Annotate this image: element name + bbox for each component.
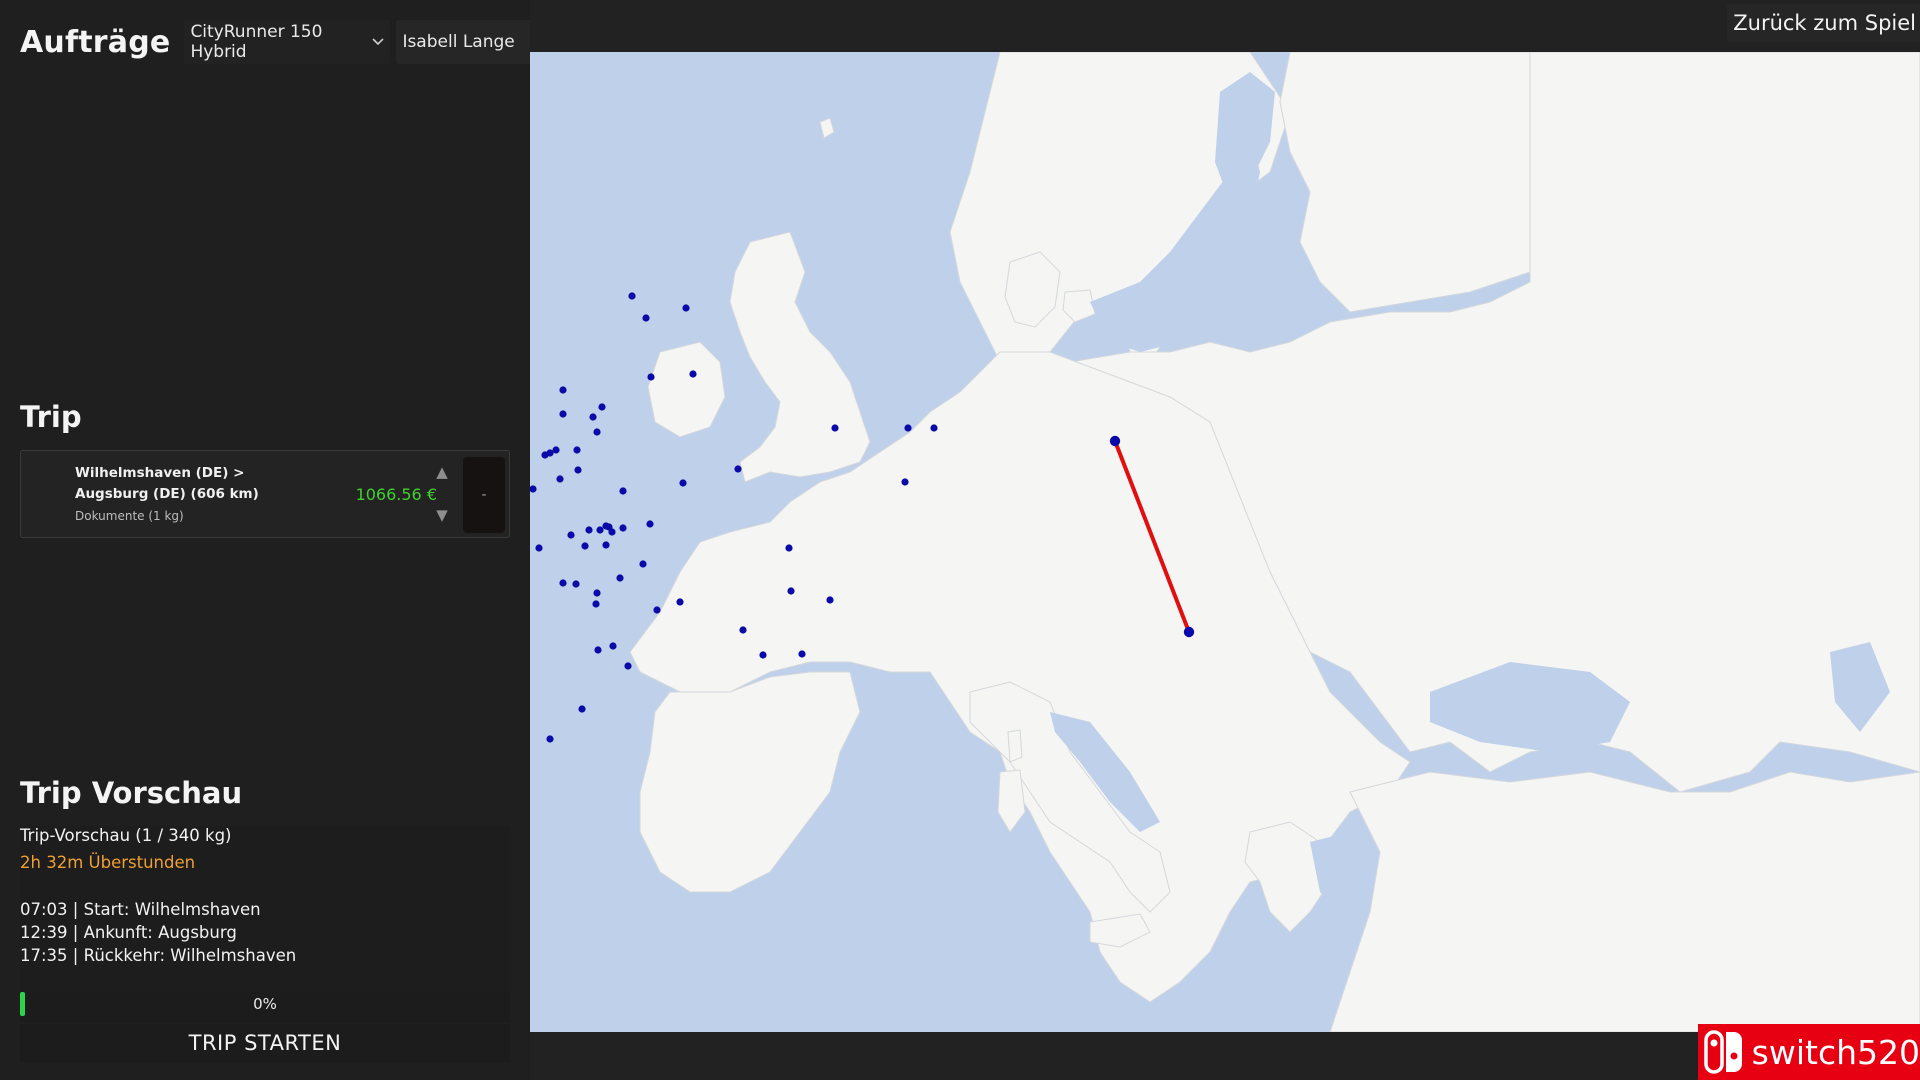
city-marker[interactable] bbox=[653, 606, 661, 614]
page-title: Aufträge bbox=[20, 24, 171, 60]
city-marker[interactable] bbox=[559, 579, 567, 587]
city-marker[interactable] bbox=[546, 735, 554, 743]
map-panel: Zurück zum Spiel bbox=[530, 0, 1920, 1080]
route-start-marker[interactable] bbox=[1109, 435, 1121, 447]
city-marker[interactable] bbox=[624, 662, 632, 670]
city-marker[interactable] bbox=[578, 705, 586, 713]
land-turkey bbox=[1329, 771, 1920, 1032]
city-marker[interactable] bbox=[585, 526, 593, 534]
trip-route: Wilhelmshaven (DE) > Augsburg (DE) (606 … bbox=[75, 463, 315, 505]
land-corsica bbox=[1007, 729, 1023, 763]
city-marker[interactable] bbox=[901, 478, 909, 486]
sidebar: Aufträge CityRunner 150 Hybrid Isabell L… bbox=[0, 0, 553, 1080]
trip-preview: Trip-Vorschau (1 / 340 kg) 2h 32m Überst… bbox=[20, 826, 510, 992]
header: Aufträge CityRunner 150 Hybrid Isabell L… bbox=[20, 20, 553, 64]
city-marker[interactable] bbox=[559, 386, 567, 394]
city-marker[interactable] bbox=[541, 451, 549, 459]
city-marker[interactable] bbox=[619, 487, 627, 495]
city-marker[interactable] bbox=[552, 446, 560, 454]
city-marker[interactable] bbox=[589, 413, 597, 421]
city-marker[interactable] bbox=[594, 646, 602, 654]
preview-overtime: 2h 32m Überstunden bbox=[20, 853, 196, 872]
land-finland bbox=[1279, 52, 1531, 313]
city-marker[interactable] bbox=[734, 465, 742, 473]
city-marker[interactable] bbox=[628, 292, 636, 300]
city-marker[interactable] bbox=[593, 589, 601, 597]
start-trip-button[interactable]: TRIP STARTEN bbox=[20, 1024, 510, 1062]
city-marker[interactable] bbox=[602, 541, 610, 549]
preview-return-time: 17:35 | Rückkehr: Wilhelmshaven bbox=[20, 946, 297, 965]
preview-section-title: Trip Vorschau bbox=[20, 776, 243, 810]
city-marker[interactable] bbox=[787, 587, 795, 595]
city-marker[interactable] bbox=[642, 314, 650, 322]
city-marker[interactable] bbox=[574, 466, 582, 474]
city-marker[interactable] bbox=[930, 424, 938, 432]
back-to-game-button[interactable]: Zurück zum Spiel bbox=[1727, 4, 1920, 42]
city-marker[interactable] bbox=[559, 410, 567, 418]
preview-start-time: 07:03 | Start: Wilhelmshaven bbox=[20, 900, 261, 919]
vehicle-select-value: CityRunner 150 Hybrid bbox=[190, 22, 323, 62]
city-marker[interactable] bbox=[581, 542, 589, 550]
city-marker[interactable] bbox=[826, 596, 834, 604]
city-marker[interactable] bbox=[785, 544, 793, 552]
map-svg bbox=[530, 52, 1920, 1032]
city-marker[interactable] bbox=[556, 475, 564, 483]
map-topbar: Zurück zum Spiel bbox=[530, 0, 1920, 52]
city-marker[interactable] bbox=[592, 600, 600, 608]
route-end-marker[interactable] bbox=[1183, 626, 1195, 638]
remove-trip-button[interactable]: - bbox=[463, 457, 505, 533]
city-marker[interactable] bbox=[739, 626, 747, 634]
chevron-down-icon bbox=[371, 35, 384, 49]
city-marker[interactable] bbox=[596, 526, 604, 534]
vehicle-select[interactable]: CityRunner 150 Hybrid bbox=[184, 20, 391, 64]
city-marker[interactable] bbox=[689, 370, 697, 378]
city-marker[interactable] bbox=[682, 304, 690, 312]
trip-route-from: Wilhelmshaven (DE) > bbox=[75, 465, 245, 481]
trip-item[interactable]: Wilhelmshaven (DE) > Augsburg (DE) (606 … bbox=[20, 450, 510, 538]
trip-cargo: Dokumente (1 kg) bbox=[75, 509, 184, 523]
city-marker[interactable] bbox=[608, 528, 616, 536]
city-marker[interactable] bbox=[676, 598, 684, 606]
trip-price: 1066.56 € bbox=[355, 485, 437, 504]
trip-progress: 0% bbox=[20, 992, 510, 1022]
city-marker[interactable] bbox=[535, 544, 543, 552]
progress-label: 0% bbox=[253, 995, 277, 1013]
city-marker[interactable] bbox=[679, 479, 687, 487]
city-marker[interactable] bbox=[831, 424, 839, 432]
preview-arrival-time: 12:39 | Ankunft: Augsburg bbox=[20, 923, 237, 942]
move-down-icon[interactable]: ▼ bbox=[436, 508, 448, 523]
city-marker[interactable] bbox=[904, 424, 912, 432]
city-marker[interactable] bbox=[759, 651, 767, 659]
city-marker[interactable] bbox=[619, 524, 627, 532]
move-up-icon[interactable]: ▲ bbox=[436, 465, 448, 480]
city-marker[interactable] bbox=[616, 574, 624, 582]
city-marker[interactable] bbox=[798, 650, 806, 658]
trip-section-title: Trip bbox=[20, 400, 82, 434]
city-marker[interactable] bbox=[572, 580, 580, 588]
switch-logo: switch520 bbox=[1698, 1024, 1920, 1080]
preview-capacity: Trip-Vorschau (1 / 340 kg) bbox=[20, 826, 232, 845]
city-marker[interactable] bbox=[573, 446, 581, 454]
city-marker[interactable] bbox=[647, 373, 655, 381]
city-marker[interactable] bbox=[598, 403, 606, 411]
city-marker[interactable] bbox=[639, 560, 647, 568]
city-marker[interactable] bbox=[609, 642, 617, 650]
europe-map[interactable] bbox=[530, 52, 1920, 1032]
city-marker[interactable] bbox=[593, 428, 601, 436]
watermark-text: switch520 bbox=[1751, 1032, 1920, 1072]
city-marker[interactable] bbox=[646, 520, 654, 528]
driver-select-value: Isabell Lange bbox=[402, 32, 515, 52]
trip-route-to: Augsburg (DE) (606 km) bbox=[75, 486, 259, 502]
switch-console-icon bbox=[1698, 1024, 1750, 1080]
city-marker[interactable] bbox=[567, 531, 575, 539]
reorder-controls: ▲ ▼ bbox=[425, 451, 459, 537]
